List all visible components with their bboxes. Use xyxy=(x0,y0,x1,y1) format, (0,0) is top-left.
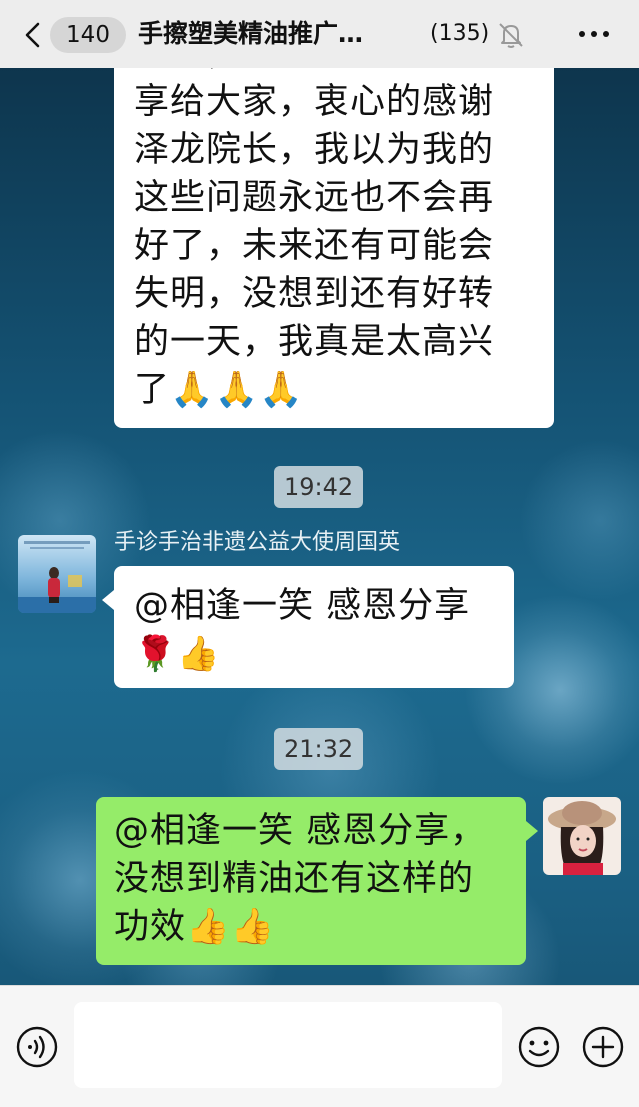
emoji-icon[interactable] xyxy=(518,1026,560,1068)
message-line: @相逢一笑 感恩分享 xyxy=(134,586,471,626)
message-bubble-incoming[interactable]: @相逢一笑 感恩分享 🌹👍 xyxy=(102,566,514,688)
plus-icon[interactable] xyxy=(582,1026,624,1068)
chevron-left-icon[interactable] xyxy=(18,20,48,50)
message-line: 好了，未来还有可能会 xyxy=(134,226,495,266)
timestamp: 19:42 xyxy=(274,466,364,508)
message-bubble-incoming[interactable]: 以言，到时候我再来分 享给大家，衷心的感谢 泽龙院长，我以为我的 这些问题永远也… xyxy=(114,40,554,428)
message-line: 🌹👍 xyxy=(134,634,221,674)
sender-name: 手诊手治非遗公益大使周国英 xyxy=(114,530,401,555)
sender-avatar[interactable] xyxy=(18,535,96,613)
message-line: 享给大家，衷心的感谢 xyxy=(134,82,495,122)
my-avatar[interactable] xyxy=(543,797,621,875)
chat-header: 140 手擦塑美精油推广… (135) xyxy=(0,0,639,68)
message-line: @相逢一笑 感恩分享， xyxy=(114,811,487,851)
voice-icon[interactable] xyxy=(16,1026,58,1068)
message-input[interactable] xyxy=(74,1002,502,1088)
unread-count-badge[interactable]: 140 xyxy=(50,17,126,53)
more-dots-icon[interactable] xyxy=(574,22,614,46)
input-bar xyxy=(0,985,639,1107)
timestamp: 21:32 xyxy=(274,728,364,770)
message-line: 功效👍👍 xyxy=(114,907,276,947)
message-line: 的一天，我真是太高兴 xyxy=(134,322,495,362)
message-bubble-outgoing[interactable]: @相逢一笑 感恩分享， 没想到精油还有这样的 功效👍👍 xyxy=(96,797,538,965)
bell-muted-icon xyxy=(496,20,526,50)
message-line: 了🙏🙏🙏 xyxy=(134,370,304,410)
message-line: 泽龙院长，我以为我的 xyxy=(134,130,495,170)
message-line: 失明，没想到还有好转 xyxy=(134,274,495,314)
message-line: 这些问题永远也不会再 xyxy=(134,178,495,218)
member-count: (135) xyxy=(430,21,490,46)
message-line: 没想到精油还有这样的 xyxy=(114,859,475,899)
chat-title[interactable]: 手擦塑美精油推广… xyxy=(138,14,363,54)
